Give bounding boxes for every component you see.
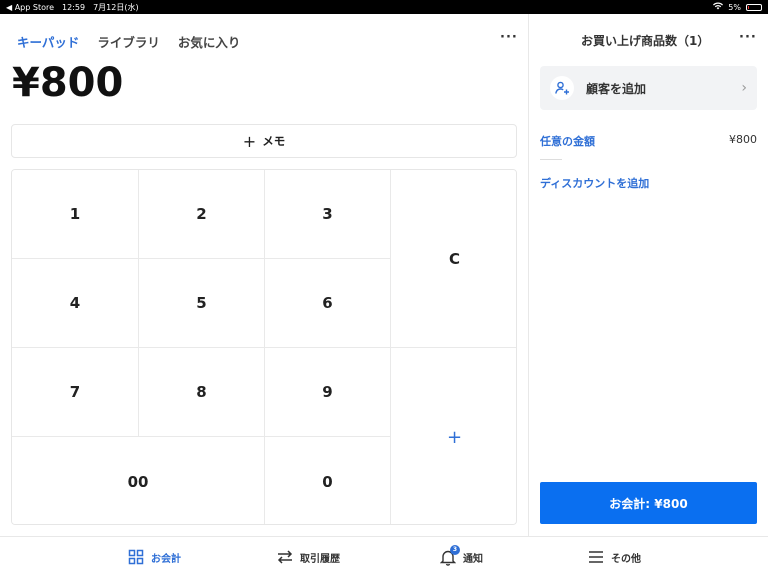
clear-key[interactable]: C [391,170,516,348]
key-00[interactable]: 00 [12,437,265,524]
nav-more[interactable]: その他 [588,537,641,576]
key-8[interactable]: 8 [139,348,265,437]
key-4[interactable]: 4 [12,259,139,348]
cart-more-button[interactable]: ··· [739,30,757,45]
tab-library[interactable]: ライブラリ [97,32,160,51]
nav-notifications-label: 通知 [463,553,483,565]
keypad: 1 2 3 4 5 6 7 8 9 00 0 C + [11,169,517,525]
key-9[interactable]: 9 [265,348,391,437]
cart-line-item[interactable]: 任意の金額 ¥800 [540,133,757,149]
keypad-pane: キーパッド ライブラリ お気に入り ··· ¥800 + メモ 1 2 3 4 … [0,14,528,536]
memo-button[interactable]: + メモ [11,124,517,158]
key-7[interactable]: 7 [12,348,139,437]
battery-icon [746,3,762,11]
line-item-price: ¥800 [729,133,757,146]
notification-badge: 3 [450,544,460,555]
wifi-icon [713,2,724,12]
plus-icon: + [242,131,257,151]
nav-checkout-label: お会計 [151,553,181,565]
add-customer-label: 顧客を追加 [586,81,647,96]
transfer-arrows-icon [277,550,293,564]
status-bar: ◀ App Store 12:59 7月12日(水) 5% [0,0,768,14]
tab-keypad[interactable]: キーパッド [17,32,79,51]
key-6[interactable]: 6 [265,259,391,348]
tab-favorites[interactable]: お気に入り [178,32,241,51]
key-1[interactable]: 1 [12,170,139,259]
battery-percent: 5% [728,2,741,12]
key-3[interactable]: 3 [265,170,391,259]
more-options-button[interactable]: ··· [500,30,518,45]
nav-checkout[interactable]: お会計 [128,537,181,576]
add-customer-button[interactable]: 顧客を追加 › [540,66,757,110]
line-item-name: 任意の金額 [540,135,595,148]
amount-display: ¥800 [12,60,124,106]
nav-more-label: その他 [611,553,641,565]
memo-label: メモ [262,134,286,148]
chevron-right-icon: › [741,80,747,96]
back-to-app-store[interactable]: ◀ App Store [6,3,54,12]
menu-icon [588,550,604,564]
bottom-tab-bar: お会計 取引履歴 3 通知 その他 [0,536,768,576]
nav-transactions-label: 取引履歴 [300,553,340,565]
nav-transactions[interactable]: 取引履歴 [277,537,340,576]
add-discount-link[interactable]: ディスカウントを追加 [540,175,649,191]
checkout-button[interactable]: お会計: ¥800 [540,482,757,524]
nav-notifications[interactable]: 3 通知 [440,537,483,576]
bell-icon: 3 [440,544,460,566]
key-5[interactable]: 5 [139,259,265,348]
cart-title: お買い上げ商品数（1） [581,34,710,48]
divider-line [540,159,562,160]
add-key[interactable]: + [391,348,516,524]
status-time: 12:59 [62,2,86,12]
add-person-icon [550,76,574,100]
grid-icon [128,549,144,565]
key-0[interactable]: 0 [265,437,391,524]
cart-pane: お買い上げ商品数（1） ··· 顧客を追加 › 任意の金額 ¥800 ディスカウ… [529,14,768,536]
top-tabs: キーパッド ライブラリ お気に入り [17,32,240,51]
key-2[interactable]: 2 [139,170,265,259]
status-date: 7月12日(水) [93,2,139,12]
